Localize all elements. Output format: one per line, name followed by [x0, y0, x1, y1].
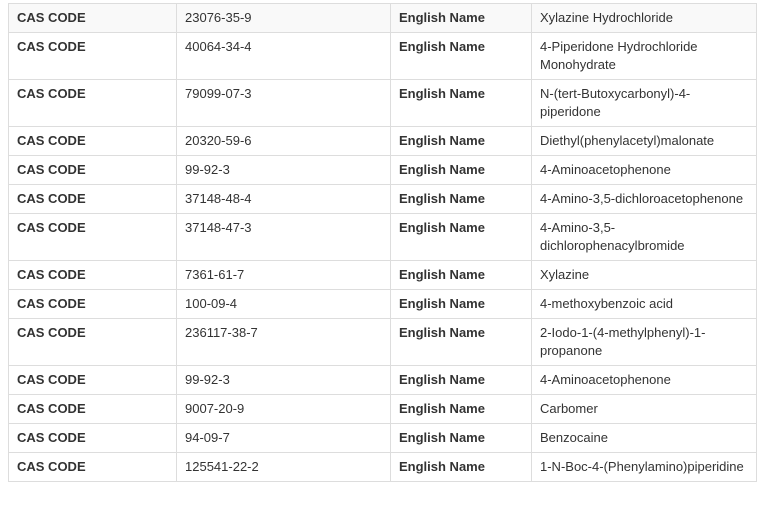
english-name-label: English Name — [390, 155, 532, 185]
cas-code-label: CAS CODE — [8, 32, 177, 80]
cas-code-value: 125541-22-2 — [176, 452, 391, 482]
cas-code-value: 37148-47-3 — [176, 213, 391, 261]
cas-code-label: CAS CODE — [8, 394, 177, 424]
cas-code-value: 94-09-7 — [176, 423, 391, 453]
english-name-label: English Name — [390, 3, 532, 33]
english-name-value: 4-methoxybenzoic acid — [531, 289, 757, 319]
english-name-value: Benzocaine — [531, 423, 757, 453]
table-row: CAS CODE 9007-20-9 English Name Carbomer — [8, 394, 757, 424]
table-row: CAS CODE 7361-61-7 English Name Xylazine — [8, 260, 757, 290]
table-row: CAS CODE 37148-48-4 English Name 4-Amino-3,… — [8, 184, 757, 214]
cas-code-label: CAS CODE — [8, 318, 177, 366]
cas-code-label: CAS CODE — [8, 289, 177, 319]
english-name-value: 1-N-Boc-4-(Phenylamino)piperidine — [531, 452, 757, 482]
cas-code-value: 99-92-3 — [176, 365, 391, 395]
cas-code-value: 99-92-3 — [176, 155, 391, 185]
english-name-value: 4-Aminoacetophenone — [531, 365, 757, 395]
english-name-value: Xylazine — [531, 260, 757, 290]
cas-code-label: CAS CODE — [8, 79, 177, 127]
cas-code-label: CAS CODE — [8, 3, 177, 33]
cas-code-value: 20320-59-6 — [176, 126, 391, 156]
table-row: CAS CODE 94-09-7 English Name Benzocaine — [8, 423, 757, 453]
table-row: CAS CODE 236117-38-7 English Name 2-Iodo-1-… — [8, 318, 757, 366]
english-name-label: English Name — [390, 365, 532, 395]
english-name-value: Diethyl(phenylacetyl)malonate — [531, 126, 757, 156]
table-row: CAS CODE 100-09-4 English Name 4-methoxyben… — [8, 289, 757, 319]
english-name-value: 2-Iodo-1-(4-methylphenyl)-1-propanone — [531, 318, 757, 366]
cas-code-value: 40064-34-4 — [176, 32, 391, 80]
cas-code-label: CAS CODE — [8, 213, 177, 261]
english-name-label: English Name — [390, 289, 532, 319]
cas-code-value: 100-09-4 — [176, 289, 391, 319]
english-name-label: English Name — [390, 318, 532, 366]
cas-code-label: CAS CODE — [8, 365, 177, 395]
cas-code-value: 79099-07-3 — [176, 79, 391, 127]
table-row: CAS CODE 37148-47-3 English Name 4-Amino-3,… — [8, 213, 757, 261]
cas-code-value: 23076-35-9 — [176, 3, 391, 33]
table-row: CAS CODE 99-92-3 English Name 4-Aminoacetop… — [8, 365, 757, 395]
cas-code-value: 9007-20-9 — [176, 394, 391, 424]
english-name-label: English Name — [390, 213, 532, 261]
cas-code-label: CAS CODE — [8, 155, 177, 185]
cas-code-label: CAS CODE — [8, 423, 177, 453]
english-name-label: English Name — [390, 79, 532, 127]
english-name-label: English Name — [390, 423, 532, 453]
table-row: CAS CODE 23076-35-9 English Name Xylazine H… — [8, 3, 757, 33]
english-name-label: English Name — [390, 394, 532, 424]
cas-code-value: 7361-61-7 — [176, 260, 391, 290]
english-name-label: English Name — [390, 452, 532, 482]
english-name-label: English Name — [390, 184, 532, 214]
product-table: CAS CODE 23076-35-9 English Name Xylazine H… — [8, 3, 757, 482]
english-name-label: English Name — [390, 126, 532, 156]
english-name-value: Xylazine Hydrochloride — [531, 3, 757, 33]
english-name-value: 4-Amino-3,5-dichloroacetophenone — [531, 184, 757, 214]
table-row: CAS CODE 125541-22-2 English Name 1-N-Boc-4… — [8, 452, 757, 482]
cas-code-value: 37148-48-4 — [176, 184, 391, 214]
cas-code-value: 236117-38-7 — [176, 318, 391, 366]
english-name-value: N-(tert-Butoxycarbonyl)-4-piperidone — [531, 79, 757, 127]
english-name-value: Carbomer — [531, 394, 757, 424]
cas-code-label: CAS CODE — [8, 184, 177, 214]
table-row: CAS CODE 99-92-3 English Name 4-Aminoacetop… — [8, 155, 757, 185]
cas-code-label: CAS CODE — [8, 260, 177, 290]
cas-code-label: CAS CODE — [8, 126, 177, 156]
table-row: CAS CODE 40064-34-4 English Name 4-Piperido… — [8, 32, 757, 80]
cas-code-label: CAS CODE — [8, 452, 177, 482]
table-row: CAS CODE 20320-59-6 English Name Diethyl(ph… — [8, 126, 757, 156]
english-name-label: English Name — [390, 32, 532, 80]
english-name-label: English Name — [390, 260, 532, 290]
english-name-value: 4-Piperidone Hydrochloride Monohydrate — [531, 32, 757, 80]
english-name-value: 4-Aminoacetophenone — [531, 155, 757, 185]
table-row: CAS CODE 79099-07-3 English Name N-(tert-Bu… — [8, 79, 757, 127]
english-name-value: 4-Amino-3,5-dichlorophenacylbromide — [531, 213, 757, 261]
